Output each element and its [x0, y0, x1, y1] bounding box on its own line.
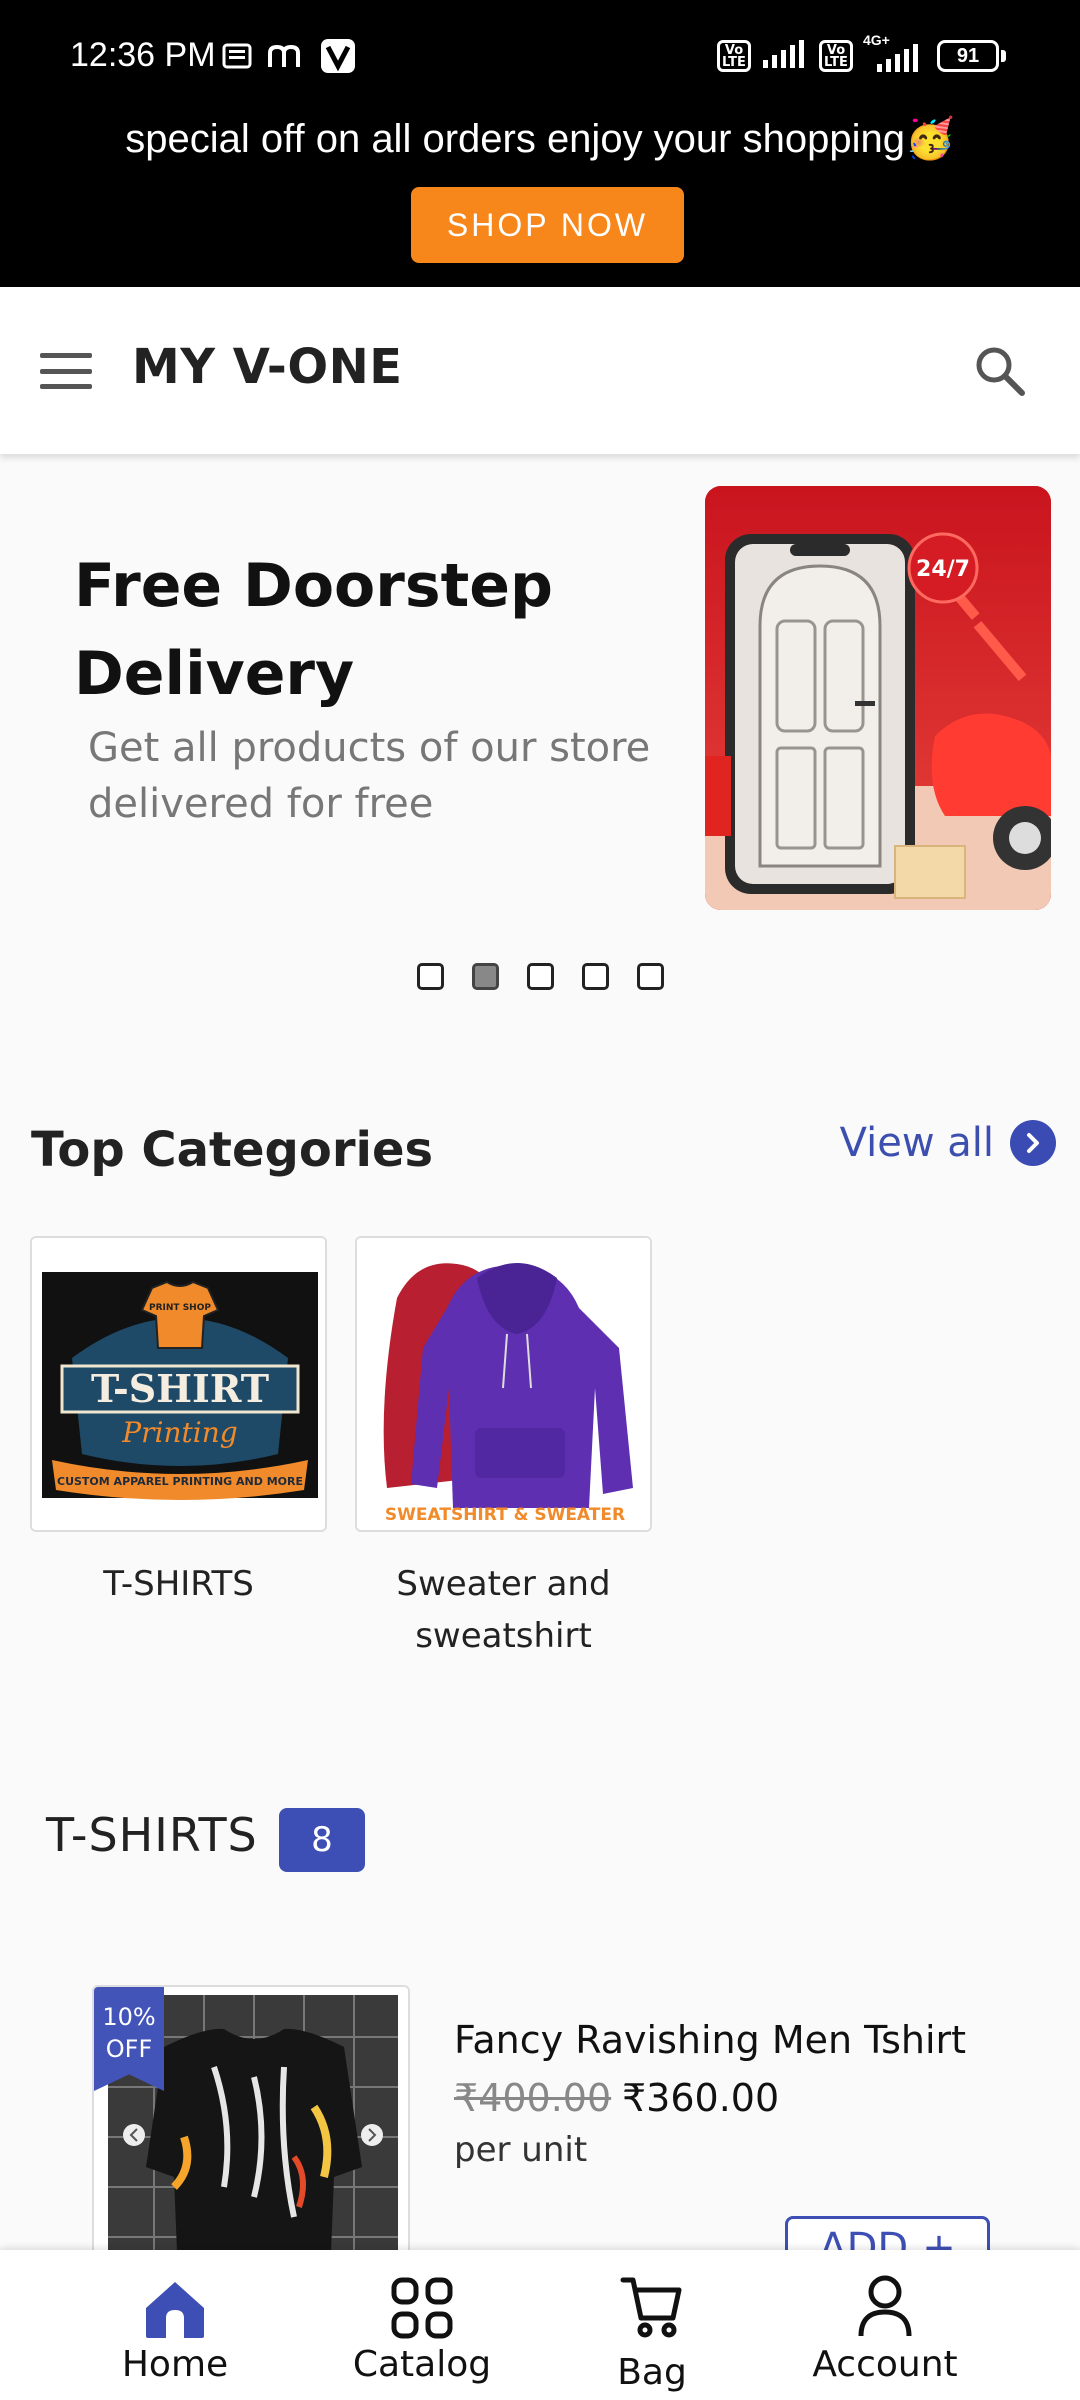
system-indicators: Vo LTE Vo LTE 4G+ 91	[717, 32, 1006, 74]
svg-text:CUSTOM APPAREL PRINTING AND MO: CUSTOM APPAREL PRINTING AND MORE	[57, 1475, 303, 1488]
person-icon	[845, 2250, 925, 2340]
bottom-navigation: Home Catalog Bag Account	[0, 2250, 1080, 2400]
category-label-sweaters[interactable]: Sweater and sweatshirt	[355, 1558, 652, 1662]
badge-247: 24/7	[916, 557, 970, 582]
product-old-price: ₹400.00	[454, 2076, 612, 2120]
carousel-dot[interactable]	[581, 963, 609, 990]
m-app-icon	[266, 41, 306, 75]
notification-icons	[222, 38, 356, 78]
banner-carousel[interactable]: Free Doorstep Delivery Get all products …	[0, 454, 1080, 944]
battery-icon: 91	[937, 40, 1006, 72]
volte-icon-2: Vo LTE	[819, 40, 853, 72]
svg-text:SWEATSHIRT & SWEATER: SWEATSHIRT & SWEATER	[385, 1505, 625, 1525]
app-title: MY V-ONE	[132, 339, 403, 395]
product-new-price: ₹360.00	[622, 2076, 780, 2120]
svg-text:Printing: Printing	[121, 1416, 237, 1449]
carousel-dot[interactable]	[526, 963, 554, 990]
category-card-tshirts[interactable]: PRINT SHOP T-SHIRT Printing CUSTOM APPAR…	[30, 1236, 327, 1532]
nav-home-label: Home	[121, 2344, 229, 2385]
shop-now-button[interactable]: SHOP NOW	[411, 187, 684, 263]
svg-text:PRINT SHOP: PRINT SHOP	[149, 1303, 211, 1313]
nav-account[interactable]: Account	[785, 2250, 985, 2400]
product-name[interactable]: Fancy Ravishing Men Tshirt	[454, 2018, 966, 2062]
app-header: MY V-ONE	[0, 287, 1080, 454]
search-icon[interactable]	[972, 343, 1028, 399]
delivery-illustration: 24/7	[705, 486, 1051, 910]
category-card-sweaters[interactable]: SWEATSHIRT & SWEATER	[355, 1236, 652, 1532]
nav-catalog-label: Catalog	[352, 2344, 492, 2385]
tshirts-section-title: T-SHIRTS	[46, 1808, 258, 1862]
view-all-link[interactable]: View all	[840, 1120, 1056, 1166]
grid-icon	[382, 2250, 462, 2340]
discount-percent: 10%	[102, 2003, 156, 2031]
view-all-label: View all	[839, 1120, 994, 1166]
promo-text: special off on all orders enjoy your sho…	[125, 117, 955, 161]
nav-bag-label: Bag	[617, 2352, 687, 2393]
carousel-dot[interactable]	[416, 963, 444, 990]
nav-catalog[interactable]: Catalog	[322, 2250, 522, 2400]
carousel-dot-active[interactable]	[471, 963, 499, 990]
nav-account-label: Account	[812, 2344, 958, 2385]
home-icon	[135, 2250, 215, 2340]
carousel-indicators	[0, 963, 1080, 990]
banner-subtext: Get all products of our store delivered …	[88, 725, 651, 827]
tshirt-printing-image: PRINT SHOP T-SHIRT Printing CUSTOM APPAR…	[32, 1238, 325, 1530]
signal-icon	[761, 38, 809, 74]
signal-4g-icon: 4G+	[863, 32, 927, 74]
carousel-dot[interactable]	[636, 963, 664, 990]
product-unit: per unit	[454, 2130, 588, 2170]
tshirts-count-badge: 8	[279, 1808, 365, 1872]
status-time: 12:36 PM	[70, 36, 216, 74]
hamburger-menu-icon[interactable]	[40, 353, 92, 389]
status-bar: 12:36 PM Vo LTE Vo LTE 4G+ 91	[0, 0, 1080, 118]
battery-level: 91	[937, 40, 999, 72]
top-categories-title: Top Categories	[31, 1122, 434, 1178]
cart-icon	[612, 2250, 692, 2340]
promo-bar: 12:36 PM Vo LTE Vo LTE 4G+ 91 special of…	[0, 0, 1080, 287]
news-icon	[222, 41, 252, 75]
hoodie-image: SWEATSHIRT & SWEATER	[357, 1238, 650, 1530]
chevron-right-icon	[1010, 1120, 1056, 1166]
svg-text:T-SHIRT: T-SHIRT	[91, 1366, 269, 1411]
v-app-icon	[320, 38, 356, 78]
discount-off: OFF	[105, 2035, 153, 2063]
product-image-card[interactable]: 10% OFF	[92, 1985, 410, 2275]
nav-bag[interactable]: Bag	[552, 2250, 752, 2400]
volte-icon: Vo LTE	[717, 40, 751, 72]
banner-heading: Free Doorstep Delivery	[74, 551, 553, 709]
nav-home[interactable]: Home	[75, 2250, 275, 2400]
category-label-tshirts[interactable]: T-SHIRTS	[30, 1558, 327, 1610]
